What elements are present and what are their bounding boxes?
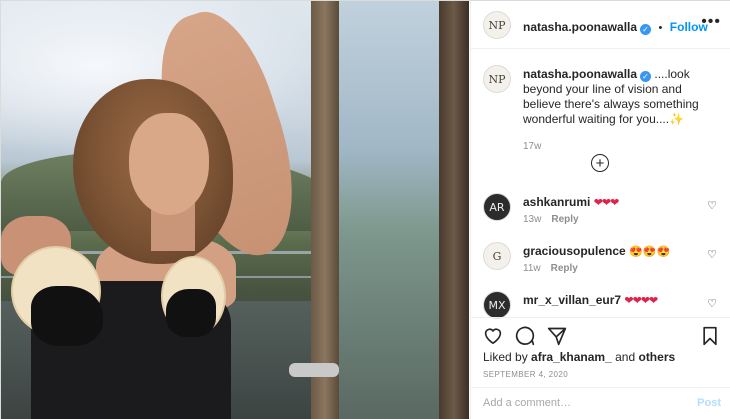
comment-like-heart-icon[interactable]: ♡ [707,248,717,261]
liked-others-link[interactable]: others [638,350,675,364]
caption-age[interactable]: 17w [523,139,723,154]
comment-composer: Post [471,387,730,419]
post-comment-button[interactable]: Post [697,397,721,409]
comment-avatar-initials: AR [489,200,505,214]
comment-body: mr_x_villan_eur7 ❤❤❤❤ [523,293,703,307]
caption-avatar-initials: NP [488,72,506,86]
comment-avatar-initials: G [492,249,502,263]
bookmark-icon[interactable] [701,326,719,352]
comment-age[interactable]: 13w [523,214,541,225]
post-side-panel: NP natasha.poonawalla ✓ • Follow ••• NP n… [470,1,730,419]
comment-username[interactable]: ashkanrumi [523,195,590,209]
photo-door-frame-right [439,1,469,419]
comment-text: ❤❤❤❤ [624,295,658,307]
comment-avatar[interactable]: G [483,242,511,270]
comment-age[interactable]: 11w [523,263,541,274]
header-separator: • [658,22,663,34]
liked-and: and [615,350,636,364]
plus-circle-icon[interactable]: + [591,154,609,172]
photo-face [129,113,209,215]
author-avatar-initials: NP [488,18,506,32]
instagram-post-modal: NP natasha.poonawalla ✓ • Follow ••• NP n… [0,0,730,419]
photo-door-handle [289,363,339,377]
comment-username[interactable]: mr_x_villan_eur7 [523,293,621,307]
comment-avatar-initials: MX [488,298,506,312]
header-author-line: natasha.poonawalla ✓ • Follow [523,18,708,36]
post-header: NP natasha.poonawalla ✓ • Follow ••• [471,1,730,49]
comment-username[interactable]: graciousopulence [523,244,626,258]
reply-button[interactable]: Reply [551,214,578,225]
photo-door-frame-left [311,1,339,419]
liked-prefix: Liked by [483,350,528,364]
comment-like-heart-icon[interactable]: ♡ [707,199,717,212]
reply-button[interactable]: Reply [551,263,578,274]
comment-text: 😍😍😍 [629,246,671,258]
comment-body: graciousopulence 😍😍😍 [523,244,703,258]
photo-dress-bow-left [31,286,103,346]
author-avatar[interactable]: NP [483,11,511,39]
caption-author[interactable]: natasha.poonawalla [523,67,637,81]
paper-plane-icon[interactable] [547,326,567,352]
post-photo[interactable] [1,1,469,419]
add-comment-input[interactable] [483,397,673,409]
comment-avatar[interactable]: MX [483,291,511,319]
caption-author-avatar[interactable]: NP [483,65,511,93]
more-horizontal-icon[interactable]: ••• [701,13,721,31]
caption-verified-badge-icon: ✓ [640,71,652,82]
post-date[interactable]: SEPTEMBER 4, 2020 [483,370,568,379]
comment-icon[interactable] [515,326,535,352]
comment-body: ashkanrumi ❤❤❤ [523,195,703,209]
author-username[interactable]: natasha.poonawalla [523,20,637,34]
photo-door-glass [339,1,439,419]
verified-badge-icon: ✓ [640,24,652,35]
comment-meta: 11w Reply [523,263,578,274]
comment-like-heart-icon[interactable]: ♡ [707,297,717,310]
post-caption: natasha.poonawalla ✓ ....look beyond your… [523,67,723,154]
likes-summary: Liked by afra_khanam_ and others [483,350,675,364]
liked-user[interactable]: afra_khanam_ [531,350,612,364]
photo-dress-bow-right [166,289,216,337]
comment-avatar[interactable]: AR [483,193,511,221]
comment-meta: 13w Reply [523,214,579,225]
heart-icon[interactable] [483,326,503,350]
comment-text: ❤❤❤ [593,197,620,209]
